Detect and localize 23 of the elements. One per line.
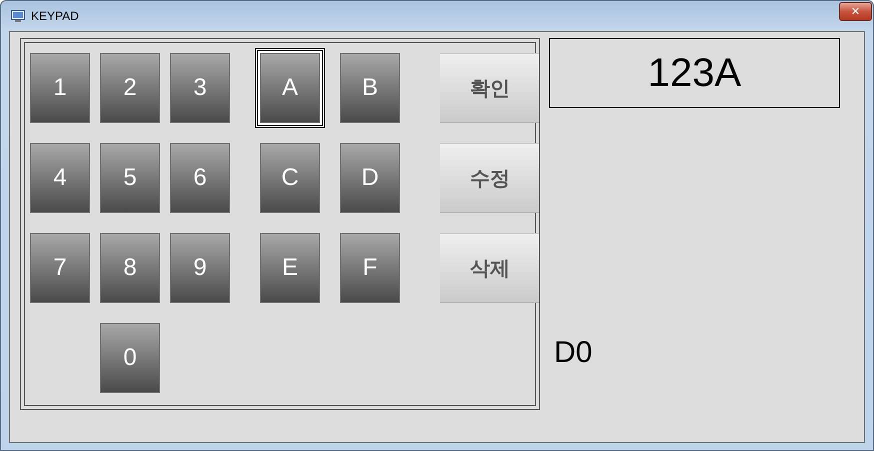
address-label: D0 <box>554 336 592 370</box>
close-button[interactable]: ✕ <box>839 2 872 20</box>
value-display: 123A <box>549 38 840 108</box>
monitor-icon <box>11 10 25 22</box>
key-button[interactable]: 6 <box>170 143 230 213</box>
key-button[interactable]: B <box>340 53 400 123</box>
key-button[interactable]: C <box>260 143 320 213</box>
key-button[interactable]: 4 <box>30 143 90 213</box>
key-button[interactable]: F <box>340 233 400 303</box>
key-button[interactable]: 0 <box>100 323 160 393</box>
key-button[interactable]: 3 <box>170 53 230 123</box>
action-button[interactable]: 삭제 <box>440 233 540 303</box>
key-button[interactable]: E <box>260 233 320 303</box>
key-button[interactable]: 9 <box>170 233 230 303</box>
key-button[interactable]: D <box>340 143 400 213</box>
action-button[interactable]: 수정 <box>440 143 540 213</box>
key-button[interactable]: 7 <box>30 233 90 303</box>
key-button[interactable]: 8 <box>100 233 160 303</box>
key-button[interactable]: 5 <box>100 143 160 213</box>
key-button[interactable]: 1 <box>30 53 90 123</box>
key-button[interactable]: 2 <box>100 53 160 123</box>
window-title: KEYPAD <box>31 9 79 23</box>
action-button[interactable]: 확인 <box>440 53 540 123</box>
